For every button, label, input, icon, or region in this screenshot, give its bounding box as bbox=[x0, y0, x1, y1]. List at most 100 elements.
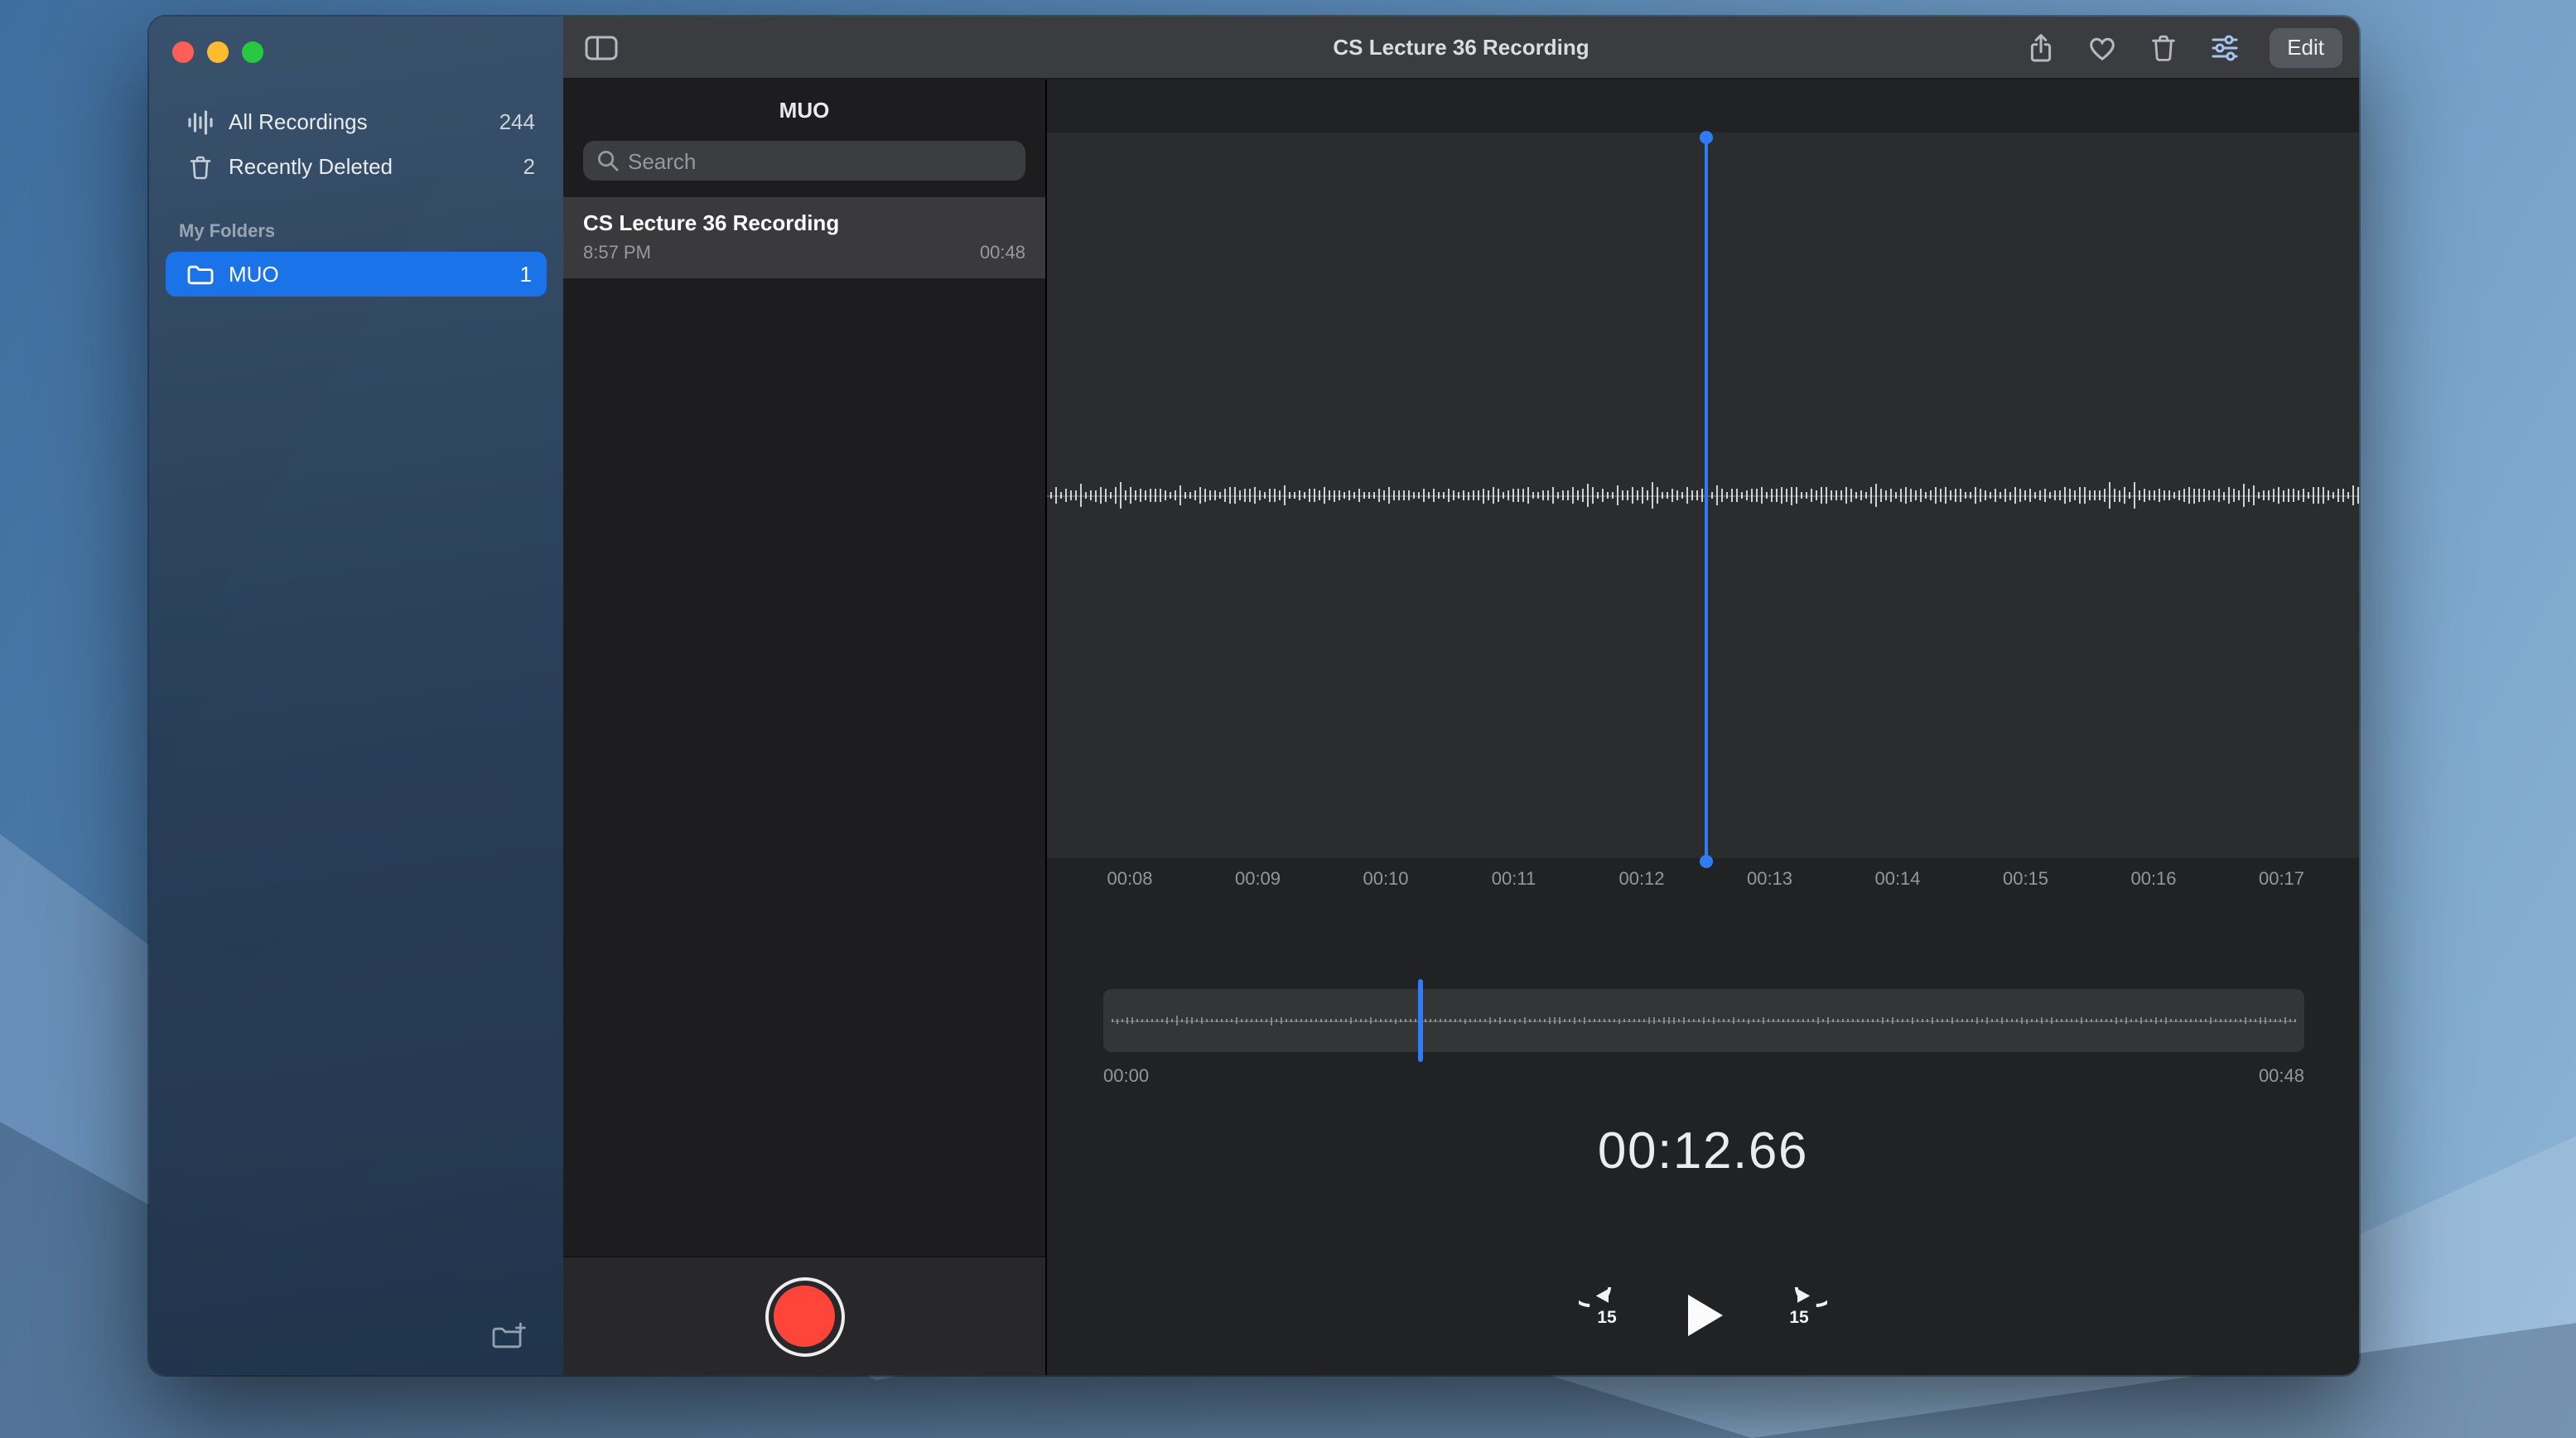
wave-tick bbox=[1334, 490, 1335, 501]
wave-tick bbox=[2188, 487, 2190, 503]
wave-tick bbox=[1363, 492, 1365, 498]
wave-tick bbox=[1428, 492, 1430, 499]
wave-tick bbox=[1860, 490, 1862, 501]
wave-tick bbox=[1537, 492, 1539, 499]
sidebar-folders: MUO 1 bbox=[149, 252, 563, 297]
wave-tick bbox=[1609, 1018, 1610, 1022]
wave-tick bbox=[1171, 1019, 1173, 1022]
wave-tick bbox=[2210, 1018, 2212, 1023]
wave-tick bbox=[1602, 489, 1604, 501]
timeline-label: 00:14 bbox=[1874, 870, 1920, 890]
sidebar-item-recently-deleted[interactable]: Recently Deleted 2 bbox=[166, 144, 547, 189]
wave-tick bbox=[2064, 488, 2066, 503]
wave-tick bbox=[2303, 489, 2304, 501]
zoom-window-button[interactable] bbox=[242, 41, 263, 63]
wave-tick bbox=[1254, 487, 1256, 503]
wave-tick bbox=[1151, 1020, 1153, 1021]
wave-tick bbox=[2223, 491, 2225, 499]
recording-list-item[interactable]: CS Lecture 36 Recording 8:57 PM 00:48 bbox=[563, 197, 1045, 278]
wave-tick bbox=[1256, 1018, 1257, 1023]
wave-tick bbox=[1393, 490, 1395, 499]
wave-tick bbox=[1435, 1019, 1436, 1021]
wave-tick bbox=[1776, 488, 1778, 503]
wave-tick bbox=[1643, 1020, 1645, 1022]
wave-tick bbox=[1165, 490, 1166, 500]
wave-tick bbox=[1599, 1018, 1600, 1022]
trash-icon bbox=[186, 152, 215, 181]
wave-tick bbox=[1534, 1019, 1536, 1022]
favorite-button[interactable] bbox=[2085, 31, 2118, 64]
wave-tick bbox=[1130, 488, 1131, 504]
skip-back-15-button[interactable]: 15 bbox=[1579, 1287, 1635, 1344]
titlebar[interactable]: CS Lecture 36 Recording bbox=[563, 17, 2359, 80]
wave-tick bbox=[1353, 492, 1355, 499]
wave-tick bbox=[1115, 487, 1117, 504]
wave-tick bbox=[1761, 488, 1763, 503]
playback-options-button[interactable] bbox=[2207, 31, 2241, 64]
scrubber-labels: 00:00 00:48 bbox=[1103, 1067, 2304, 1087]
wave-tick bbox=[1667, 493, 1668, 499]
wave-tick bbox=[1882, 1018, 1884, 1024]
timeline-label: 00:09 bbox=[1235, 870, 1281, 890]
scrubber-position-indicator[interactable] bbox=[1418, 979, 1423, 1062]
wave-tick bbox=[1741, 491, 1743, 499]
skip-forward-15-button[interactable]: 15 bbox=[1771, 1287, 1827, 1344]
wave-tick bbox=[1867, 1019, 1869, 1023]
wave-tick bbox=[1339, 491, 1340, 500]
wave-tick bbox=[2185, 1020, 2187, 1022]
wave-tick bbox=[2357, 487, 2359, 504]
wave-tick bbox=[1459, 1018, 1461, 1023]
wave-tick bbox=[1614, 1019, 1615, 1023]
wave-tick bbox=[2139, 490, 2140, 500]
wave-tick bbox=[2109, 482, 2110, 509]
wave-tick bbox=[1672, 489, 1673, 503]
wave-tick bbox=[1479, 1019, 1481, 1021]
wave-tick bbox=[1816, 490, 1817, 501]
wave-tick bbox=[1900, 489, 1902, 502]
wave-tick bbox=[1618, 1018, 1620, 1023]
waveform-region[interactable] bbox=[1047, 133, 2359, 858]
playhead[interactable] bbox=[1705, 138, 1708, 861]
wave-tick bbox=[1792, 1020, 1794, 1022]
wave-tick bbox=[1170, 492, 1171, 499]
share-button[interactable] bbox=[2024, 31, 2057, 64]
wave-tick bbox=[1658, 1019, 1660, 1022]
play-button[interactable] bbox=[1678, 1287, 1728, 1344]
record-button[interactable] bbox=[765, 1276, 844, 1356]
wave-tick bbox=[1140, 489, 1141, 501]
wave-tick bbox=[1713, 1018, 1715, 1023]
timeline-label: 00:16 bbox=[2130, 870, 2176, 890]
wave-tick bbox=[1493, 488, 1494, 504]
search-input[interactable] bbox=[583, 141, 1025, 181]
wave-tick bbox=[2260, 1017, 2261, 1023]
wave-tick bbox=[1146, 1018, 1148, 1022]
toggle-sidebar-button[interactable] bbox=[583, 32, 620, 62]
skip-back-15-icon: 15 bbox=[1579, 1287, 1635, 1344]
wave-tick bbox=[1971, 1018, 1973, 1022]
wave-tick bbox=[1698, 1019, 1700, 1022]
wave-tick bbox=[1831, 490, 1832, 501]
overview-scrubber[interactable] bbox=[1103, 989, 2304, 1052]
wave-tick bbox=[1836, 491, 1837, 499]
close-window-button[interactable] bbox=[172, 41, 194, 63]
timeline-label: 00:10 bbox=[1363, 870, 1408, 890]
wave-tick bbox=[1141, 1019, 1143, 1022]
wave-tick bbox=[2036, 1018, 2038, 1022]
wave-tick bbox=[1895, 492, 1897, 498]
edit-button[interactable]: Edit bbox=[2269, 27, 2342, 67]
minimize-window-button[interactable] bbox=[207, 41, 229, 63]
wave-tick bbox=[1902, 1020, 1903, 1022]
wave-tick bbox=[2228, 487, 2230, 504]
new-folder-button[interactable] bbox=[490, 1322, 527, 1354]
sidebar-item-all-recordings[interactable]: All Recordings 244 bbox=[166, 99, 547, 144]
delete-button[interactable] bbox=[2146, 31, 2179, 64]
wave-tick bbox=[1214, 490, 1216, 500]
wave-tick bbox=[2230, 1019, 2231, 1023]
wave-tick bbox=[1090, 490, 1092, 499]
wave-tick bbox=[2175, 1018, 2177, 1023]
sidebar-folder-muo[interactable]: MUO 1 bbox=[166, 252, 547, 297]
wave-tick bbox=[1204, 489, 1206, 502]
play-icon bbox=[1678, 1287, 1728, 1344]
wave-tick bbox=[1403, 490, 1405, 501]
wave-tick bbox=[2039, 490, 2041, 501]
